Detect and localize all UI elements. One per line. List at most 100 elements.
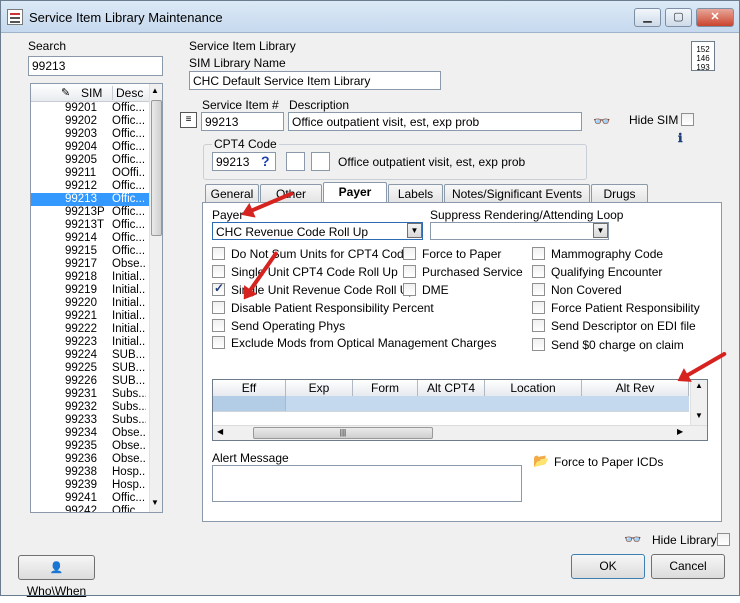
- sim-library-name-field[interactable]: CHC Default Service Item Library: [189, 71, 441, 90]
- list-item[interactable]: 99213 Offic...: [31, 193, 162, 206]
- list-item[interactable]: 99223 Initial...: [31, 336, 162, 349]
- list-item[interactable]: 99201 Offic...: [31, 102, 162, 115]
- checkbox[interactable]: [212, 319, 225, 333]
- list-item[interactable]: 99219 Initial...: [31, 284, 162, 297]
- grid-column-header[interactable]: Form: [353, 380, 418, 396]
- grid-column-header[interactable]: Alt Rev: [582, 380, 689, 396]
- tab-labels[interactable]: Labels: [388, 184, 443, 203]
- grid-hscroll-thumb[interactable]: |||: [253, 427, 433, 439]
- checkbox-row[interactable]: Send Operating Phys: [212, 318, 345, 333]
- list-item[interactable]: 99205 Offic...: [31, 154, 162, 167]
- service-item-field[interactable]: 99213: [201, 112, 284, 131]
- grid-column-header[interactable]: Location: [485, 380, 582, 396]
- col-desc[interactable]: Desc: [112, 86, 143, 100]
- tab-payer[interactable]: Payer: [323, 182, 387, 204]
- checkbox-row[interactable]: Qualifying Encounter: [532, 264, 662, 279]
- folder-icon[interactable]: 📂: [533, 453, 549, 469]
- list-item[interactable]: 99226 SUB...: [31, 375, 162, 388]
- list-item[interactable]: 99213P Offic...: [31, 206, 162, 219]
- list-item[interactable]: 99233 Subs...: [31, 414, 162, 427]
- list-item[interactable]: 99203 Offic...: [31, 128, 162, 141]
- tab-drugs[interactable]: Drugs: [591, 184, 648, 203]
- checkbox-row[interactable]: Purchased Service: [403, 264, 523, 279]
- title-bar[interactable]: Service Item Library Maintenance ▁ ▢ ✕: [1, 1, 739, 33]
- checkbox-row[interactable]: Do Not Sum Units for CPT4 Code: [212, 246, 410, 261]
- ok-button[interactable]: OK: [571, 554, 645, 579]
- grid-hscroll[interactable]: ◀ ||| ▶: [213, 425, 707, 440]
- grid-column-header[interactable]: Exp: [286, 380, 353, 396]
- list-item[interactable]: 99212 Offic...: [31, 180, 162, 193]
- cpt4-mod1-field[interactable]: [286, 152, 305, 171]
- grid-column-header[interactable]: Eff: [213, 380, 286, 396]
- payer-select[interactable]: CHC Revenue Code Roll Up: [212, 222, 423, 240]
- checkbox[interactable]: [403, 265, 416, 279]
- list-item[interactable]: 99221 Initial...: [31, 310, 162, 323]
- list-item[interactable]: 99239 Hosp...: [31, 479, 162, 492]
- info-user-icon[interactable]: ℹ: [678, 131, 696, 149]
- grid-column-header[interactable]: Alt CPT4: [418, 380, 485, 396]
- checkbox[interactable]: [212, 247, 225, 261]
- checkbox[interactable]: [532, 247, 545, 261]
- cancel-button[interactable]: Cancel: [651, 554, 725, 579]
- close-button[interactable]: ✕: [696, 8, 734, 27]
- list-item[interactable]: 99211 OOffi...: [31, 167, 162, 180]
- list-item[interactable]: 99238 Hosp...: [31, 466, 162, 479]
- checkbox-row[interactable]: Non Covered: [532, 282, 622, 297]
- checkbox-row[interactable]: Send $0 charge on claim: [532, 337, 684, 352]
- grid-row-empty[interactable]: [213, 411, 689, 425]
- suppress-dropdown-icon[interactable]: ▼: [593, 223, 608, 238]
- grid-scroll-left-icon[interactable]: ◀: [217, 427, 223, 436]
- cpt4-mod2-field[interactable]: [311, 152, 330, 171]
- notes-icon[interactable]: ≡: [180, 112, 197, 128]
- col-sim[interactable]: SIM: [81, 86, 102, 100]
- list-item[interactable]: 99220 Initial...: [31, 297, 162, 310]
- checkbox-row[interactable]: Mammography Code: [532, 246, 663, 261]
- list-item[interactable]: 99242 Offic...: [31, 505, 162, 512]
- list-item[interactable]: 99215 Offic...: [31, 245, 162, 258]
- scroll-thumb[interactable]: [151, 100, 162, 236]
- scroll-up-icon[interactable]: ▲: [151, 86, 159, 95]
- checkbox-row[interactable]: Send Descriptor on EDI file: [532, 318, 696, 333]
- checkbox-row[interactable]: Single Unit CPT4 Code Roll Up: [212, 264, 398, 279]
- grid-vscroll[interactable]: ▲ ▼: [690, 380, 707, 425]
- payer-dropdown-icon[interactable]: ▼: [407, 223, 422, 238]
- checkbox[interactable]: [212, 301, 225, 315]
- tab-notes[interactable]: Notes/Significant Events: [444, 184, 590, 203]
- checkbox-row[interactable]: Disable Patient Responsibility Percent: [212, 300, 434, 315]
- list-item[interactable]: 99236 Obse...: [31, 453, 162, 466]
- list-item[interactable]: 99222 Initial...: [31, 323, 162, 336]
- list-scrollbar[interactable]: ▲ ▼: [149, 84, 162, 512]
- grid-row-selected[interactable]: [213, 396, 286, 411]
- search-input[interactable]: 99213: [28, 56, 163, 76]
- checkbox[interactable]: [532, 283, 545, 297]
- calendar-icon[interactable]: 152 146 193: [691, 41, 715, 72]
- grid-scroll-right-icon[interactable]: ▶: [677, 427, 683, 436]
- description-field[interactable]: Office outpatient visit, est, exp prob: [288, 112, 582, 131]
- list-item[interactable]: 99224 SUB...: [31, 349, 162, 362]
- list-item[interactable]: 99234 Obse...: [31, 427, 162, 440]
- list-item[interactable]: 99213T Offic...: [31, 219, 162, 232]
- checkbox-row[interactable]: Exclude Mods from Optical Management Cha…: [212, 335, 496, 350]
- checkbox[interactable]: [532, 319, 545, 333]
- list-item[interactable]: 99235 Obse...: [31, 440, 162, 453]
- alt-rev-grid[interactable]: Eff Exp Form Alt CPT4 Location Alt Rev ▲ ▼ ◀ …: [212, 379, 708, 441]
- list-item[interactable]: 99225 SUB...: [31, 362, 162, 375]
- force-paper-icds-button[interactable]: Force to Paper ICDs: [554, 455, 663, 469]
- sim-list[interactable]: ✎ SIM Desc 99201 Offic... 99202 Offic... 992…: [30, 83, 163, 513]
- checkbox[interactable]: [212, 265, 225, 279]
- list-item[interactable]: 99218 Initial...: [31, 271, 162, 284]
- checkbox[interactable]: [212, 281, 225, 297]
- checkbox[interactable]: [532, 265, 545, 279]
- list-item[interactable]: 99217 Obse...: [31, 258, 162, 271]
- minimize-button[interactable]: ▁: [634, 8, 661, 27]
- list-item[interactable]: 99214 Offic...: [31, 232, 162, 245]
- maximize-button[interactable]: ▢: [665, 8, 692, 27]
- tab-general[interactable]: General: [205, 184, 259, 203]
- scroll-down-icon[interactable]: ▼: [151, 498, 159, 507]
- checkbox[interactable]: [532, 338, 545, 352]
- list-item[interactable]: 99202 Offic...: [31, 115, 162, 128]
- checkbox[interactable]: [403, 247, 416, 261]
- help-icon[interactable]: ?: [261, 153, 270, 169]
- hide-library-checkbox[interactable]: [717, 533, 730, 546]
- checkbox[interactable]: [403, 283, 416, 297]
